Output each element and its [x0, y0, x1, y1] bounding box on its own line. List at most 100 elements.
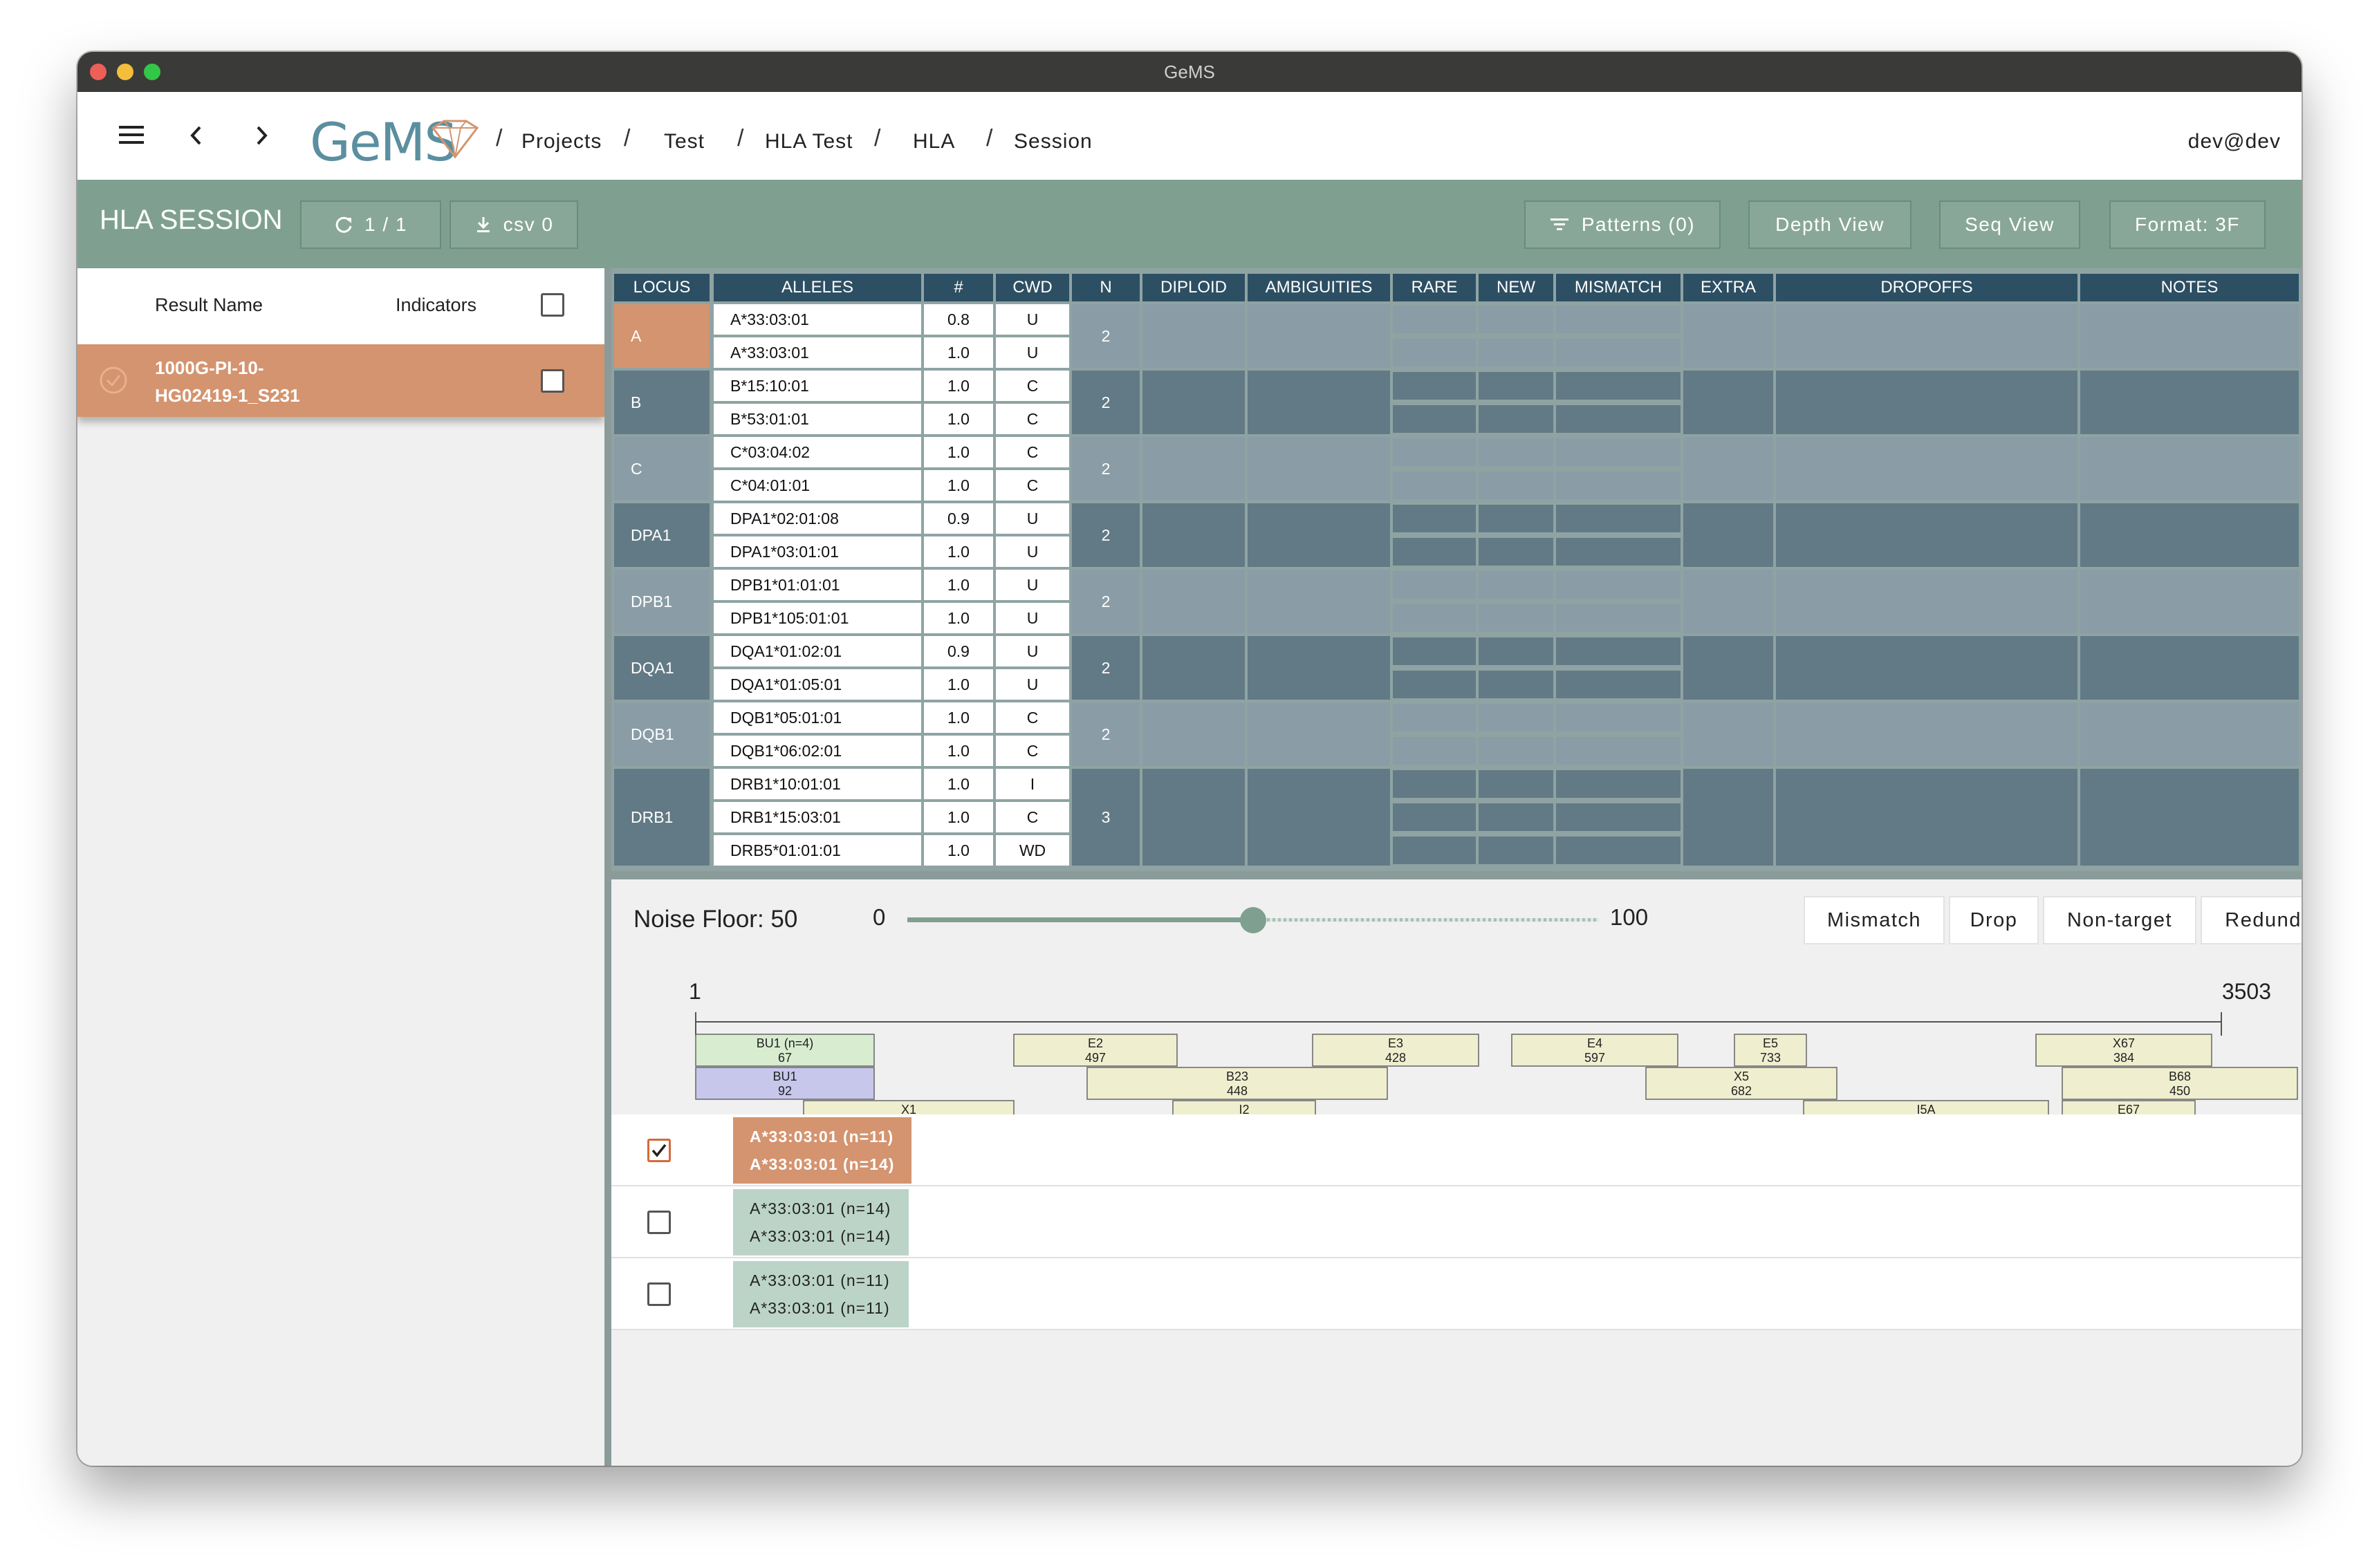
allele-cell[interactable]: DQB1*06:02:01	[714, 736, 921, 766]
header-cwd[interactable]: CWD	[996, 274, 1069, 301]
locus-diploid-cell[interactable]	[1142, 570, 1245, 633]
allele-cell[interactable]: C*04:01:01	[714, 470, 921, 501]
pattern-chip[interactable]: A*33:03:01 (n=11) A*33:03:01 (n=11)	[733, 1261, 909, 1327]
allele-mismatch-cell[interactable]	[1556, 837, 1681, 864]
allele-rare-cell[interactable]	[1393, 571, 1476, 599]
allele-rare-cell[interactable]	[1393, 704, 1476, 731]
header-extra[interactable]: EXTRA	[1683, 274, 1773, 301]
locus-ambiguities-cell[interactable]	[1248, 304, 1390, 368]
allele-mismatch-cell[interactable]	[1556, 571, 1681, 599]
allele-new-cell[interactable]	[1479, 538, 1553, 566]
allele-new-cell[interactable]	[1479, 837, 1553, 864]
locus-dropoffs-cell[interactable]	[1776, 636, 2077, 700]
locus-ambiguities-cell[interactable]	[1248, 570, 1390, 633]
header-dropoffs[interactable]: DROPOFFS	[1776, 274, 2077, 301]
locus-diploid-cell[interactable]	[1142, 503, 1245, 567]
locus-notes-cell[interactable]	[2080, 769, 2299, 866]
allele-new-cell[interactable]	[1479, 770, 1553, 798]
locus-diploid-cell[interactable]	[1142, 437, 1245, 501]
locus-cell[interactable]: DPA1	[614, 503, 710, 567]
csv-export-button[interactable]: csv 0	[450, 200, 578, 249]
locus-diploid-cell[interactable]	[1142, 304, 1245, 368]
allele-mismatch-cell[interactable]	[1556, 704, 1681, 731]
result-checkbox[interactable]	[541, 369, 564, 393]
locus-ambiguities-cell[interactable]	[1248, 636, 1390, 700]
pattern-checkbox[interactable]	[647, 1211, 671, 1234]
locus-dropoffs-cell[interactable]	[1776, 702, 2077, 766]
menu-icon[interactable]	[118, 124, 145, 146]
allele-new-cell[interactable]	[1479, 438, 1553, 466]
pattern-chip[interactable]: A*33:03:01 (n=11) A*33:03:01 (n=14)	[733, 1117, 911, 1184]
locus-cell[interactable]: DQA1	[614, 636, 710, 700]
allele-rare-cell[interactable]	[1393, 339, 1476, 366]
mismatch-button[interactable]: Mismatch	[1804, 896, 1945, 944]
header-ambiguities[interactable]: AMBIGUITIES	[1248, 274, 1390, 301]
allele-cell[interactable]: DPB1*105:01:01	[714, 603, 921, 633]
allele-cell[interactable]: DQA1*01:05:01	[714, 669, 921, 700]
header-alleles[interactable]: ALLELES	[714, 274, 921, 301]
allele-cell[interactable]: DPA1*02:01:08	[714, 503, 921, 534]
allele-new-cell[interactable]	[1479, 704, 1553, 731]
allele-cell[interactable]: DPB1*01:01:01	[714, 570, 921, 600]
allele-rare-cell[interactable]	[1393, 837, 1476, 864]
allele-rare-cell[interactable]	[1393, 803, 1476, 831]
allele-new-cell[interactable]	[1479, 306, 1553, 333]
allele-cell[interactable]: A*33:03:01	[714, 337, 921, 368]
redundant-button[interactable]: Redundant	[2201, 896, 2302, 944]
locus-notes-cell[interactable]	[2080, 636, 2299, 700]
patterns-button[interactable]: Patterns (0)	[1524, 200, 1721, 249]
locus-notes-cell[interactable]	[2080, 371, 2299, 434]
seq-view-button[interactable]: Seq View	[1939, 200, 2080, 249]
allele-mismatch-cell[interactable]	[1556, 438, 1681, 466]
locus-extra-cell[interactable]	[1683, 371, 1773, 434]
locus-extra-cell[interactable]	[1683, 636, 1773, 700]
allele-mismatch-cell[interactable]	[1556, 306, 1681, 333]
locus-cell[interactable]: C	[614, 437, 710, 501]
header-locus[interactable]: LOCUS	[614, 274, 710, 301]
locus-notes-cell[interactable]	[2080, 437, 2299, 501]
header-mismatch[interactable]: MISMATCH	[1556, 274, 1681, 301]
header-notes[interactable]: NOTES	[2080, 274, 2299, 301]
allele-rare-cell[interactable]	[1393, 405, 1476, 433]
allele-cell[interactable]: B*53:01:01	[714, 404, 921, 434]
locus-notes-cell[interactable]	[2080, 304, 2299, 368]
header-diploid[interactable]: DIPLOID	[1142, 274, 1245, 301]
locus-cell[interactable]: DQB1	[614, 702, 710, 766]
back-icon[interactable]	[188, 124, 205, 147]
allele-new-cell[interactable]	[1479, 803, 1553, 831]
allele-new-cell[interactable]	[1479, 571, 1553, 599]
allele-rare-cell[interactable]	[1393, 438, 1476, 466]
user-menu[interactable]: dev@dev	[2188, 130, 2281, 153]
allele-cell[interactable]: DRB1*15:03:01	[714, 802, 921, 832]
allele-mismatch-cell[interactable]	[1556, 472, 1681, 499]
allele-cell[interactable]: C*03:04:02	[714, 437, 921, 467]
allele-rare-cell[interactable]	[1393, 306, 1476, 333]
result-row[interactable]: 1000G-PI-10- HG02419-1_S231	[77, 344, 604, 417]
locus-extra-cell[interactable]	[1683, 503, 1773, 567]
result-name-column[interactable]: Result Name	[155, 295, 263, 316]
locus-extra-cell[interactable]	[1683, 769, 1773, 866]
locus-ambiguities-cell[interactable]	[1248, 769, 1390, 866]
allele-cell[interactable]: DQB1*05:01:01	[714, 702, 921, 733]
breadcrumb-session[interactable]: Session	[1014, 130, 1093, 153]
locus-cell[interactable]: DPB1	[614, 570, 710, 633]
drop-button[interactable]: Drop	[1949, 896, 2039, 944]
allele-new-cell[interactable]	[1479, 339, 1553, 366]
allele-rare-cell[interactable]	[1393, 770, 1476, 798]
locus-extra-cell[interactable]	[1683, 437, 1773, 501]
indicators-column[interactable]: Indicators	[396, 295, 476, 316]
allele-rare-cell[interactable]	[1393, 505, 1476, 532]
locus-dropoffs-cell[interactable]	[1776, 371, 2077, 434]
allele-mismatch-cell[interactable]	[1556, 770, 1681, 798]
header-new[interactable]: NEW	[1479, 274, 1553, 301]
allele-new-cell[interactable]	[1479, 505, 1553, 532]
allele-new-cell[interactable]	[1479, 472, 1553, 499]
allele-cell[interactable]: DRB1*10:01:01	[714, 769, 921, 799]
allele-mismatch-cell[interactable]	[1556, 671, 1681, 698]
select-all-checkbox[interactable]	[541, 293, 564, 317]
header-n[interactable]: N	[1072, 274, 1140, 301]
locus-extra-cell[interactable]	[1683, 702, 1773, 766]
allele-mismatch-cell[interactable]	[1556, 803, 1681, 831]
allele-rare-cell[interactable]	[1393, 538, 1476, 566]
allele-mismatch-cell[interactable]	[1556, 339, 1681, 366]
